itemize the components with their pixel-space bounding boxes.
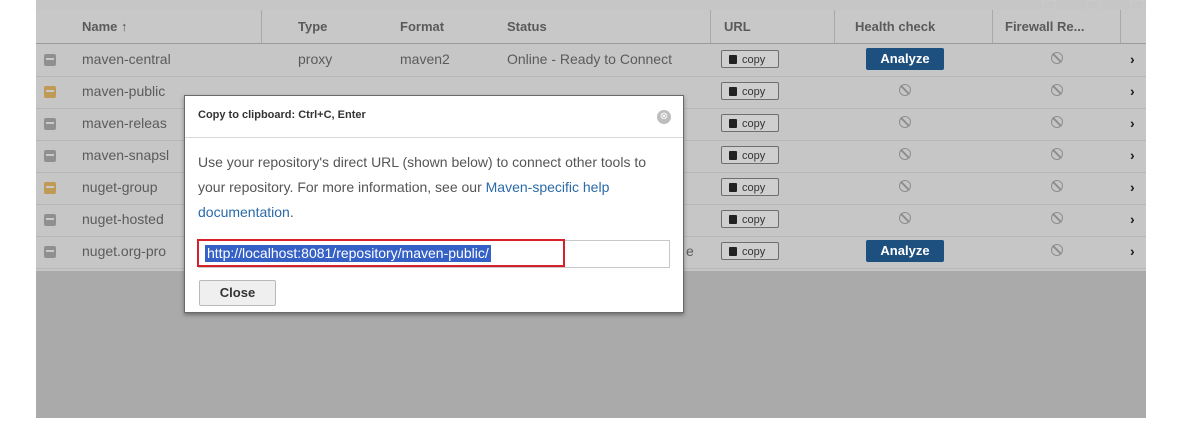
copy-url-button[interactable]: copy — [721, 178, 779, 196]
not-available-icon — [1051, 244, 1063, 256]
column-type[interactable]: Type — [298, 10, 327, 43]
table-row[interactable]: maven-central proxy maven2 Online - Ready t… — [36, 44, 1146, 77]
copy-url-button[interactable]: copy — [721, 114, 779, 132]
not-available-icon — [1051, 148, 1063, 160]
hosted-repo-icon — [44, 214, 56, 226]
window-controls — [1042, 0, 1176, 12]
copy-url-button[interactable]: copy — [721, 50, 779, 68]
grid-header: Name ↑ Type Format Status URL Health che… — [36, 10, 1146, 44]
not-available-icon — [899, 84, 911, 96]
copy-url-button[interactable]: copy — [721, 242, 779, 260]
proxy-repo-icon — [44, 54, 56, 66]
chevron-right-icon[interactable]: › — [1130, 236, 1135, 267]
copy-label: copy — [742, 246, 766, 258]
chevron-right-icon[interactable]: › — [1130, 140, 1135, 171]
column-name[interactable]: Name ↑ — [82, 10, 128, 43]
repository-url-field[interactable]: http://localhost:8081/repository/maven-p… — [197, 239, 670, 268]
close-button[interactable]: Close — [199, 280, 276, 306]
column-separator — [710, 10, 711, 43]
not-available-icon — [899, 212, 911, 224]
dialog-message: Use your repository's direct URL (shown … — [198, 150, 668, 225]
not-available-icon — [899, 116, 911, 128]
chevron-right-icon[interactable]: › — [1130, 76, 1135, 107]
column-firewall[interactable]: Firewall Re... — [1005, 10, 1084, 43]
not-available-icon — [1051, 116, 1063, 128]
copy-label: copy — [742, 86, 766, 98]
clipboard-icon — [729, 215, 737, 224]
maximize-icon[interactable] — [1086, 0, 1100, 10]
column-url[interactable]: URL — [724, 10, 751, 43]
group-repo-icon — [44, 86, 56, 98]
repository-type: proxy — [298, 51, 333, 67]
analyze-button[interactable]: Analyze — [866, 48, 944, 70]
repository-status: e — [686, 243, 694, 259]
copy-label: copy — [742, 214, 766, 226]
clipboard-icon — [729, 247, 737, 256]
column-separator — [1120, 10, 1121, 43]
copy-label: copy — [742, 54, 766, 66]
chevron-right-icon[interactable]: › — [1130, 108, 1135, 139]
chevron-right-icon[interactable]: › — [1130, 172, 1135, 203]
copy-label: copy — [742, 182, 766, 194]
chevron-right-icon[interactable]: › — [1130, 44, 1135, 75]
dialog-close-icon[interactable]: ⊗ — [657, 110, 671, 124]
analyze-button[interactable]: Analyze — [866, 240, 944, 262]
clipboard-icon — [729, 87, 737, 96]
copy-label: copy — [742, 118, 766, 130]
not-available-icon — [899, 180, 911, 192]
copy-url-button[interactable]: copy — [721, 146, 779, 164]
copy-url-button[interactable]: copy — [721, 82, 779, 100]
column-separator — [261, 10, 262, 43]
not-available-icon — [1051, 212, 1063, 224]
column-separator — [992, 10, 993, 43]
repository-name: maven-central — [82, 51, 171, 67]
minimize-icon[interactable] — [1042, 0, 1056, 10]
repository-status: Online - Ready to Connect — [507, 51, 672, 67]
chevron-right-icon[interactable]: › — [1130, 204, 1135, 235]
copy-to-clipboard-dialog: Copy to clipboard: Ctrl+C, Enter ⊗ Use y… — [184, 95, 684, 313]
hosted-repo-icon — [44, 150, 56, 162]
dialog-message-end: . — [289, 204, 294, 220]
group-repo-icon — [44, 182, 56, 194]
not-available-icon — [899, 148, 911, 160]
hosted-repo-icon — [44, 118, 56, 130]
repository-format: maven2 — [400, 51, 450, 67]
dialog-title: Copy to clipboard: Ctrl+C, Enter — [198, 109, 366, 121]
dialog-divider — [185, 137, 683, 138]
not-available-icon — [1051, 84, 1063, 96]
clipboard-icon — [729, 55, 737, 64]
column-health-check[interactable]: Health check — [855, 10, 935, 43]
repository-url-value[interactable]: http://localhost:8081/repository/maven-p… — [205, 245, 491, 262]
not-available-icon — [1051, 52, 1063, 64]
copy-url-button[interactable]: copy — [721, 210, 779, 228]
clipboard-icon — [729, 151, 737, 160]
column-format[interactable]: Format — [400, 10, 444, 43]
close-window-icon[interactable] — [1130, 0, 1144, 10]
clipboard-icon — [729, 119, 737, 128]
clipboard-icon — [729, 183, 737, 192]
proxy-repo-icon — [44, 246, 56, 258]
copy-label: copy — [742, 150, 766, 162]
column-separator — [834, 10, 835, 43]
not-available-icon — [1051, 180, 1063, 192]
column-status[interactable]: Status — [507, 10, 547, 43]
